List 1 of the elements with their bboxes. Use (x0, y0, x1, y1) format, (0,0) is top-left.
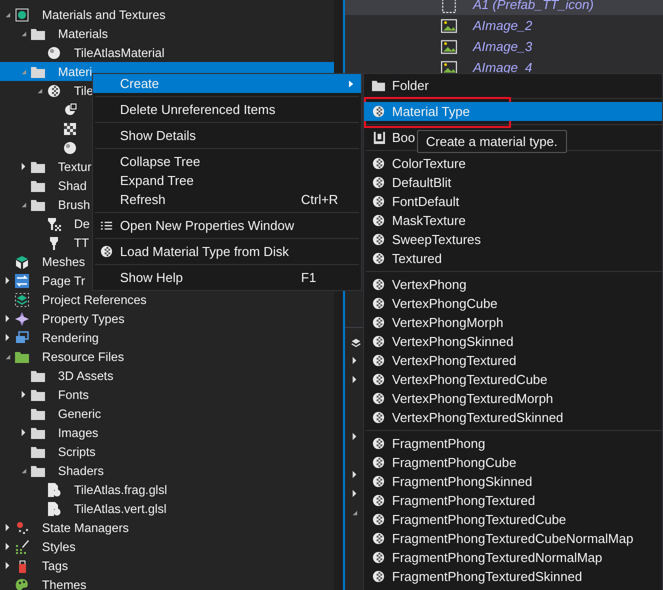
tooltip: Create a material type. (417, 130, 567, 153)
